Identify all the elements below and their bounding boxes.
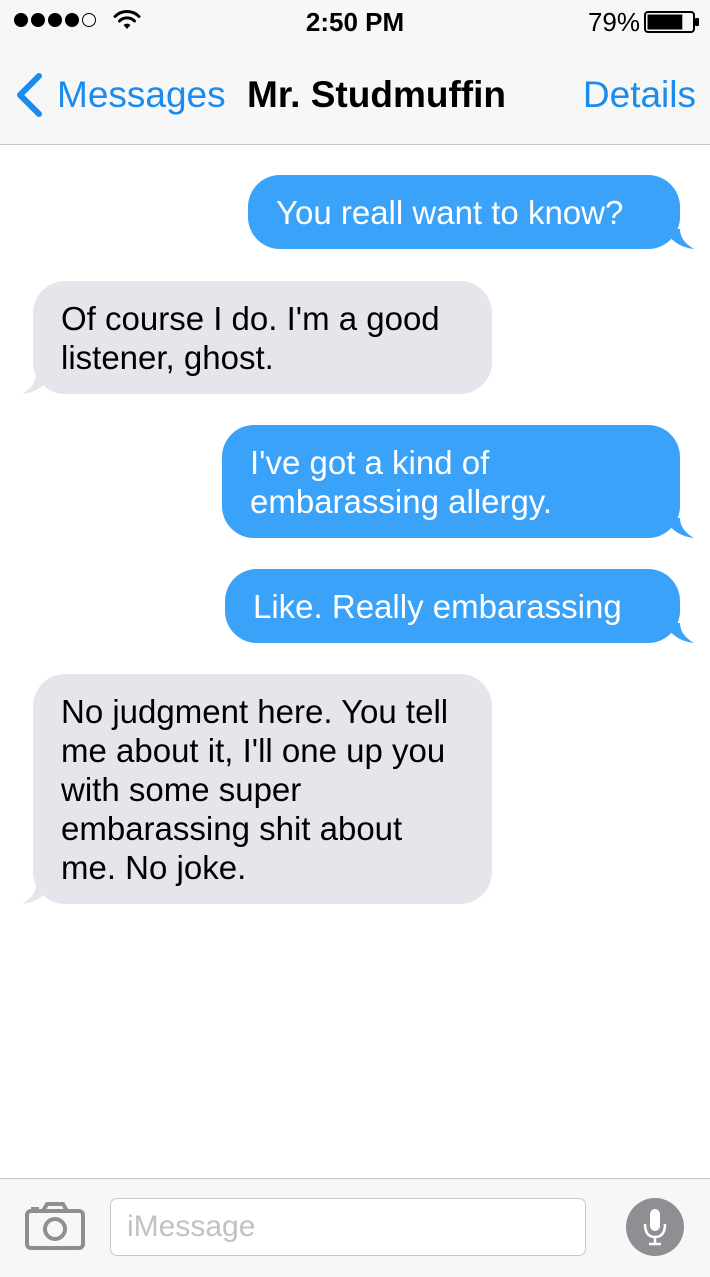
bubble-tail	[664, 623, 694, 643]
chevron-left-icon	[17, 73, 42, 117]
message-bubble-received[interactable]: No judgment here. You tell me about it, …	[33, 674, 492, 904]
message-bubble-sent[interactable]: I've got a kind of embarassing allergy.	[222, 425, 680, 538]
status-bar: 2:50 PM 79%	[0, 0, 710, 44]
message-text: No judgment here. You tell me about it, …	[61, 693, 449, 886]
navigation-bar: Messages Mr. Studmuffin Details	[0, 44, 710, 145]
bubble-tail	[22, 374, 52, 394]
bubble-tail	[22, 884, 52, 904]
messages-screen: 2:50 PM 79% Messages Mr. Studmuffin Deta…	[0, 0, 710, 1277]
microphone-icon	[643, 1209, 667, 1246]
message-bubble-sent[interactable]: You reall want to know?	[248, 175, 680, 249]
message-text: Of course I do. I'm a good listener, gho…	[61, 300, 440, 376]
bubble-tail	[664, 229, 694, 249]
message-text: You reall want to know?	[276, 194, 624, 231]
message-bubble-sent[interactable]: Like. Really embarassing	[225, 569, 680, 643]
message-bubble-received[interactable]: Of course I do. I'm a good listener, gho…	[33, 281, 492, 394]
microphone-button[interactable]	[626, 1198, 684, 1256]
message-text: Like. Really embarassing	[253, 588, 622, 625]
battery-icon	[644, 11, 699, 33]
conversation-title: Mr. Studmuffin	[247, 74, 506, 115]
compose-bar	[0, 1178, 710, 1277]
battery-fill	[647, 14, 683, 30]
message-input[interactable]	[110, 1198, 586, 1256]
message-text: I've got a kind of embarassing allergy.	[250, 444, 553, 520]
camera-icon[interactable]	[24, 1201, 86, 1251]
battery-percent: 79%	[587, 7, 640, 37]
bubble-tail	[664, 518, 694, 538]
back-button[interactable]: Messages	[14, 72, 226, 118]
message-list: You reall want to know? Of course I do. …	[0, 145, 710, 1178]
back-label: Messages	[57, 74, 226, 115]
details-button[interactable]: Details	[583, 74, 696, 116]
